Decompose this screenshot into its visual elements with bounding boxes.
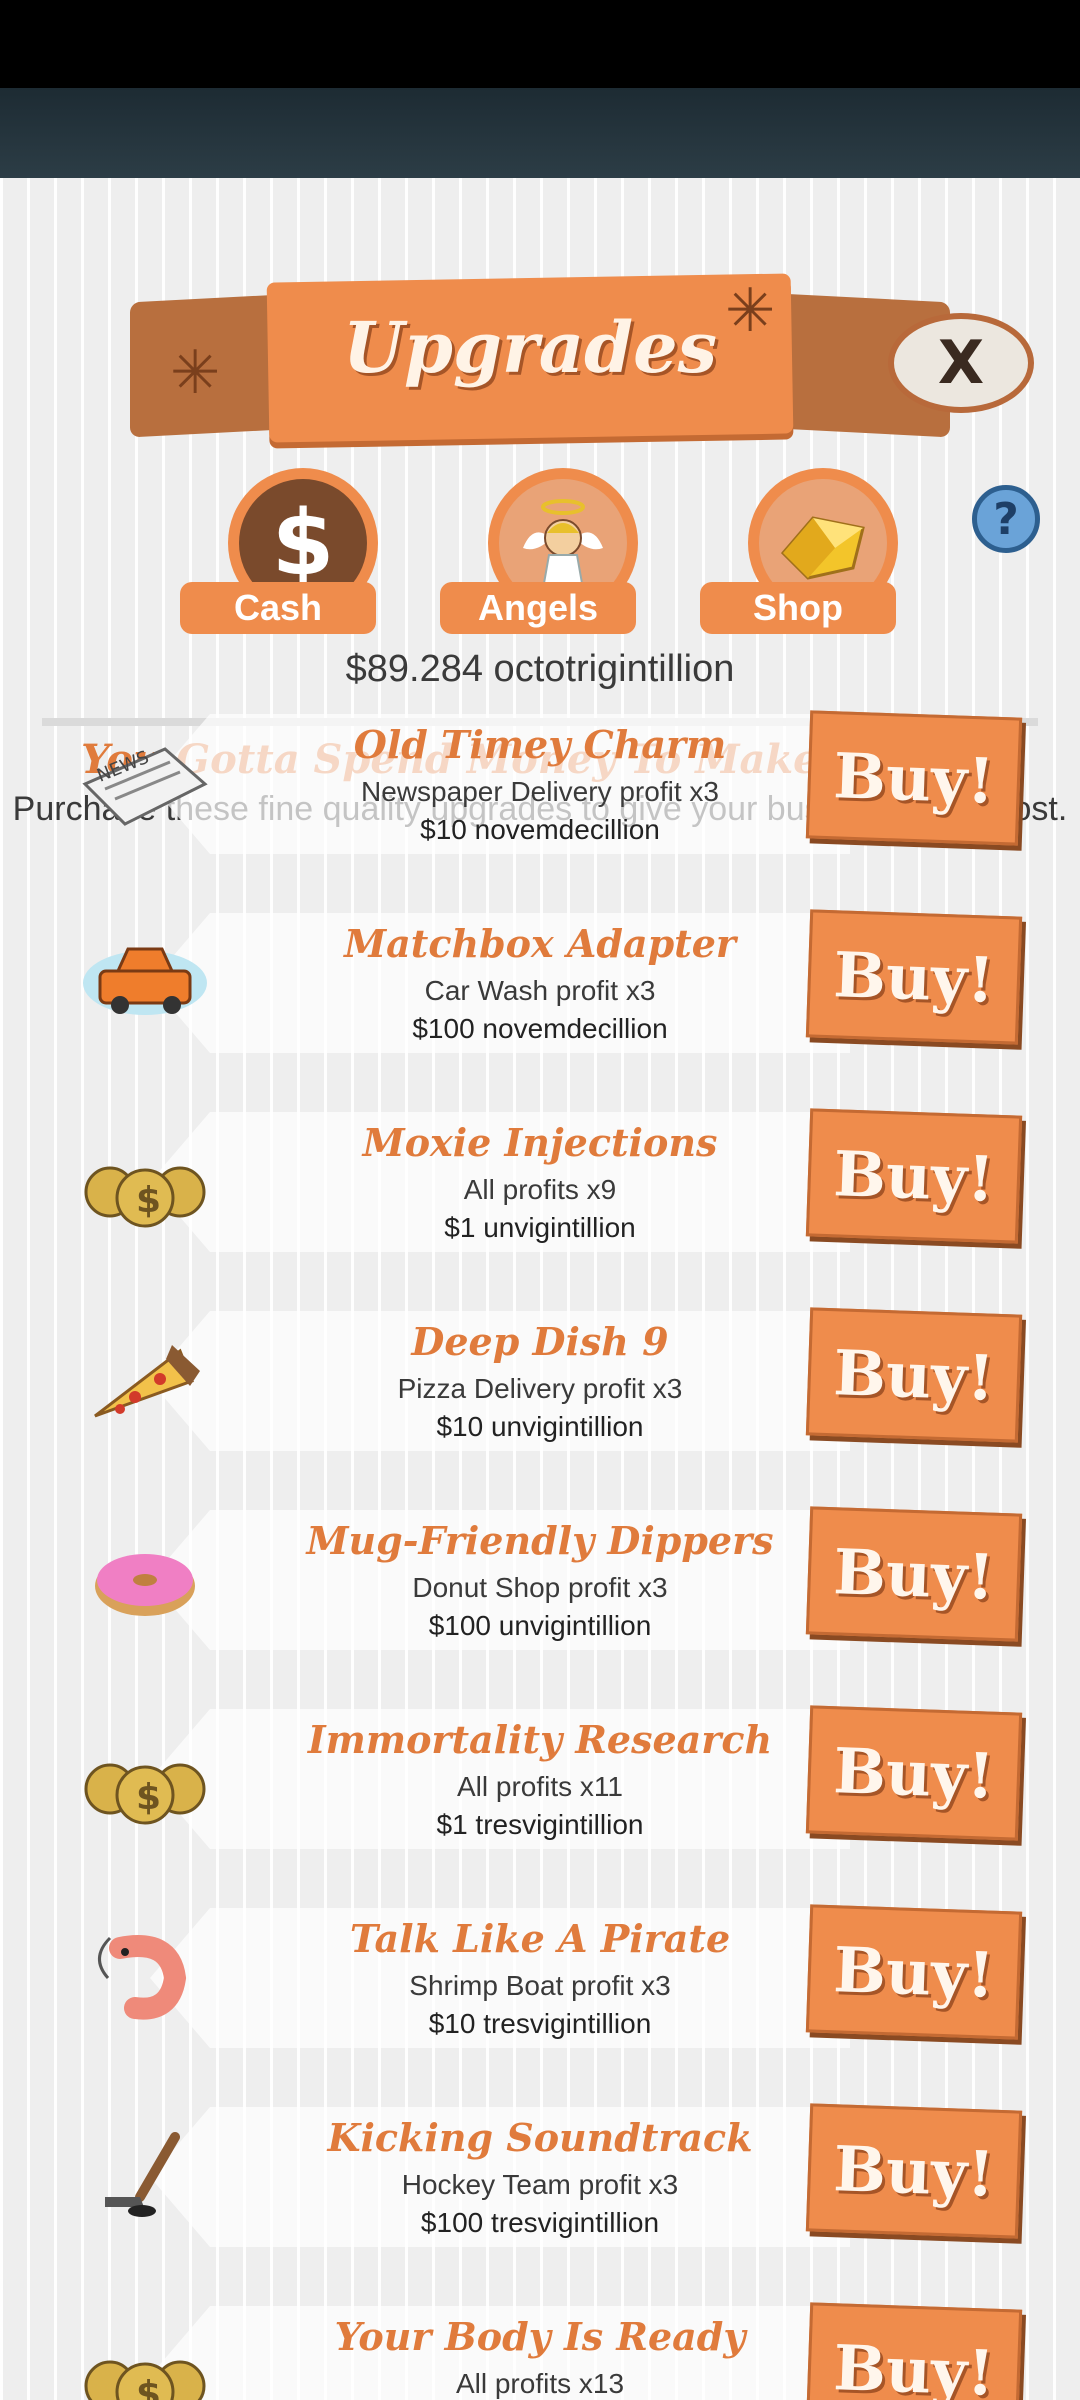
upgrade-row: Talk Like A Pirate Shrimp Boat profit x3… bbox=[0, 1904, 1080, 2088]
money-bags-icon: $ bbox=[80, 2326, 210, 2400]
buy-button[interactable]: Buy! bbox=[805, 1904, 1023, 2040]
buy-button[interactable]: Buy! bbox=[805, 1108, 1023, 1244]
tab-label: Shop bbox=[700, 582, 896, 634]
money-bags-icon: $ bbox=[80, 1729, 210, 1829]
tab-cash[interactable]: $ Cash bbox=[180, 468, 378, 634]
upgrade-name: Deep Dish 9 bbox=[411, 1319, 669, 1364]
upgrade-price: $10 novemdecillion bbox=[420, 814, 660, 845]
upgrade-name: Talk Like A Pirate bbox=[349, 1916, 731, 1961]
upgrade-name: Kicking Soundtrack bbox=[327, 2115, 753, 2160]
upgrade-effect: Car Wash profit x3 bbox=[424, 975, 656, 1006]
shrimp-icon bbox=[80, 1928, 210, 2028]
tab-shop[interactable]: Shop bbox=[700, 468, 898, 634]
tab-label: Angels bbox=[440, 582, 636, 634]
upgrade-price: $1 tresvigintillion bbox=[436, 1809, 644, 1840]
help-button[interactable]: ? bbox=[972, 485, 1040, 553]
buy-button[interactable]: Buy! bbox=[805, 710, 1023, 846]
buy-button[interactable]: Buy! bbox=[805, 909, 1023, 1045]
upgrade-price: $100 tresvigintillion bbox=[420, 2207, 660, 2238]
upgrade-effect: All profits x13 bbox=[455, 2368, 625, 2399]
cash-balance: $89.284 octotrigintillion bbox=[345, 648, 735, 690]
upgrade-row: $ Immortality Research All profits x11 $… bbox=[0, 1705, 1080, 1889]
buy-button[interactable]: Buy! bbox=[805, 1307, 1023, 1443]
upgrade-effect: Donut Shop profit x3 bbox=[412, 1572, 668, 1603]
upgrade-name: Immortality Research bbox=[307, 1717, 773, 1762]
hockey-stick-icon bbox=[80, 2127, 210, 2227]
svg-text:$: $ bbox=[136, 1777, 161, 1818]
upgrade-name: Your Body Is Ready bbox=[334, 2314, 746, 2359]
svg-text:$: $ bbox=[136, 1180, 161, 1221]
upgrade-row: Deep Dish 9 Pizza Delivery profit x3 $10… bbox=[0, 1307, 1080, 1491]
upgrade-effect: All profits x9 bbox=[463, 1174, 617, 1205]
upgrade-name: Moxie Injections bbox=[362, 1120, 718, 1165]
upgrade-price: $100 unvigintillion bbox=[428, 1610, 652, 1641]
upgrade-name: Old Timey Charm bbox=[353, 722, 727, 767]
upgrade-price: $10 tresvigintillion bbox=[428, 2008, 652, 2039]
page-title: Upgrades bbox=[342, 306, 718, 389]
upgrade-price: $1 unvigintillion bbox=[444, 1212, 636, 1243]
buy-button[interactable]: Buy! bbox=[805, 2302, 1023, 2400]
newspaper-icon: NEWS bbox=[80, 734, 210, 834]
tab-angels[interactable]: Angels bbox=[440, 468, 638, 634]
upgrade-price: $10 unvigintillion bbox=[436, 1411, 644, 1442]
upgrade-row: Matchbox Adapter Car Wash profit x3 $100… bbox=[0, 909, 1080, 1093]
upgrade-row: $ Your Body Is Ready All profits x13 Buy… bbox=[0, 2302, 1080, 2400]
atom-decoration-icon: ✳ bbox=[170, 339, 221, 406]
upgrade-row: NEWS Old Timey Charm Newspaper Delivery … bbox=[0, 710, 1080, 894]
upgrade-price: $100 novemdecillion bbox=[412, 1013, 668, 1044]
donut-icon bbox=[80, 1530, 210, 1630]
upgrades-panel: Upgrades ✳ ✳ X $ Cash Angels Shop ? $89.… bbox=[0, 178, 1080, 2400]
buy-button[interactable]: Buy! bbox=[805, 1705, 1023, 1841]
buy-button[interactable]: Buy! bbox=[805, 1506, 1023, 1642]
car-icon bbox=[80, 933, 210, 1033]
upgrade-effect: Hockey Team profit x3 bbox=[401, 2169, 679, 2200]
upgrade-name: Matchbox Adapter bbox=[344, 921, 736, 966]
money-bags-icon: $ bbox=[80, 1132, 210, 1232]
upgrade-effect: Newspaper Delivery profit x3 bbox=[361, 776, 719, 807]
pizza-icon bbox=[80, 1331, 210, 1431]
game-background bbox=[0, 88, 1080, 178]
upgrade-row: Kicking Soundtrack Hockey Team profit x3… bbox=[0, 2103, 1080, 2287]
upgrade-row: $ Moxie Injections All profits x9 $1 unv… bbox=[0, 1108, 1080, 1292]
close-button[interactable]: X bbox=[888, 313, 1034, 413]
upgrade-row: Mug-Friendly Dippers Donut Shop profit x… bbox=[0, 1506, 1080, 1690]
buy-button[interactable]: Buy! bbox=[805, 2103, 1023, 2239]
atom-decoration-icon: ✳ bbox=[725, 277, 776, 344]
tab-label: Cash bbox=[180, 582, 376, 634]
upgrade-name: Mug-Friendly Dippers bbox=[306, 1518, 774, 1563]
upgrade-effect: Pizza Delivery profit x3 bbox=[397, 1373, 683, 1404]
svg-text:$: $ bbox=[136, 2374, 161, 2400]
upgrade-effect: All profits x11 bbox=[457, 1771, 623, 1802]
status-bar bbox=[0, 0, 1080, 88]
upgrade-effect: Shrimp Boat profit x3 bbox=[409, 1970, 671, 2001]
